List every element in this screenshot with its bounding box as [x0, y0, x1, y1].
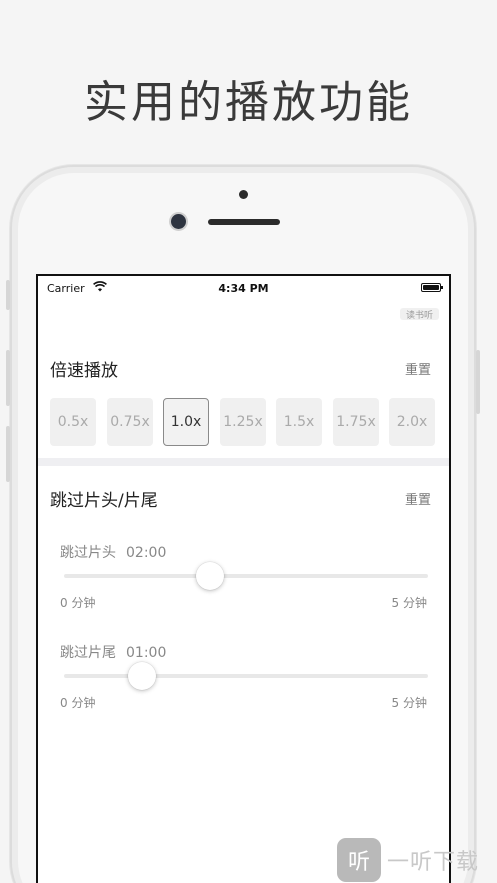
outro-skip-slider-thumb[interactable]: [128, 662, 156, 690]
outro-skip-value: 01:00: [126, 645, 167, 661]
outro-skip-min: 0 分钟: [60, 696, 96, 710]
skip-section-title: 跳过片头/片尾: [50, 491, 158, 511]
speed-section-title: 倍速播放: [50, 361, 118, 381]
speed-reset-button[interactable]: 重置: [405, 359, 431, 378]
headline: 实用的播放功能: [84, 77, 413, 128]
speed-option-0-75x[interactable]: 0.75x: [107, 398, 153, 446]
status-time: 4:34 PM: [218, 282, 269, 295]
phone-volume-up: [6, 350, 10, 406]
proximity-sensor: [239, 190, 248, 199]
speed-option-1-5x[interactable]: 1.5x: [276, 398, 322, 446]
front-camera: [171, 214, 186, 229]
skip-reset-button[interactable]: 重置: [405, 489, 431, 508]
phone-power-button: [476, 350, 480, 414]
intro-skip-label-text: 跳过片头: [60, 545, 116, 561]
intro-skip-slider-thumb[interactable]: [196, 562, 224, 590]
status-bar: Carrier 4:34 PM: [38, 276, 449, 300]
intro-skip-value: 02:00: [126, 545, 167, 561]
outro-skip-max: 5 分钟: [391, 696, 427, 710]
app-screen: Carrier 4:34 PM 读书听 倍速播放 重置 0.5x 0.75x 1…: [36, 274, 451, 883]
intro-skip-slider[interactable]: [64, 562, 428, 590]
outro-skip-label-text: 跳过片尾: [60, 645, 116, 661]
watermark-text: 一听下载: [387, 850, 480, 875]
intro-skip-max: 5 分钟: [391, 596, 427, 610]
outro-skip-label: 跳过片尾 01:00: [60, 642, 166, 662]
section-divider: [38, 458, 449, 466]
speed-option-1-0x[interactable]: 1.0x: [163, 398, 209, 446]
watermark: 听 一听下载: [337, 838, 479, 882]
phone-mute-switch: [6, 280, 10, 310]
speed-option-1-75x[interactable]: 1.75x: [333, 398, 379, 446]
battery-icon: [421, 283, 443, 292]
speed-option-0-5x[interactable]: 0.5x: [50, 398, 96, 446]
intro-skip-label: 跳过片头 02:00: [60, 542, 166, 562]
watermark-logo-icon: 听: [337, 838, 381, 882]
earpiece-speaker: [208, 219, 280, 225]
speed-option-2-0x[interactable]: 2.0x: [389, 398, 435, 446]
top-chip[interactable]: 读书听: [399, 308, 439, 320]
phone-volume-down: [6, 426, 10, 482]
intro-skip-min: 0 分钟: [60, 596, 96, 610]
speed-option-1-25x[interactable]: 1.25x: [220, 398, 266, 446]
outro-skip-slider[interactable]: [64, 662, 428, 690]
speed-options: 0.5x 0.75x 1.0x 1.25x 1.5x 1.75x 2.0x: [50, 398, 442, 448]
